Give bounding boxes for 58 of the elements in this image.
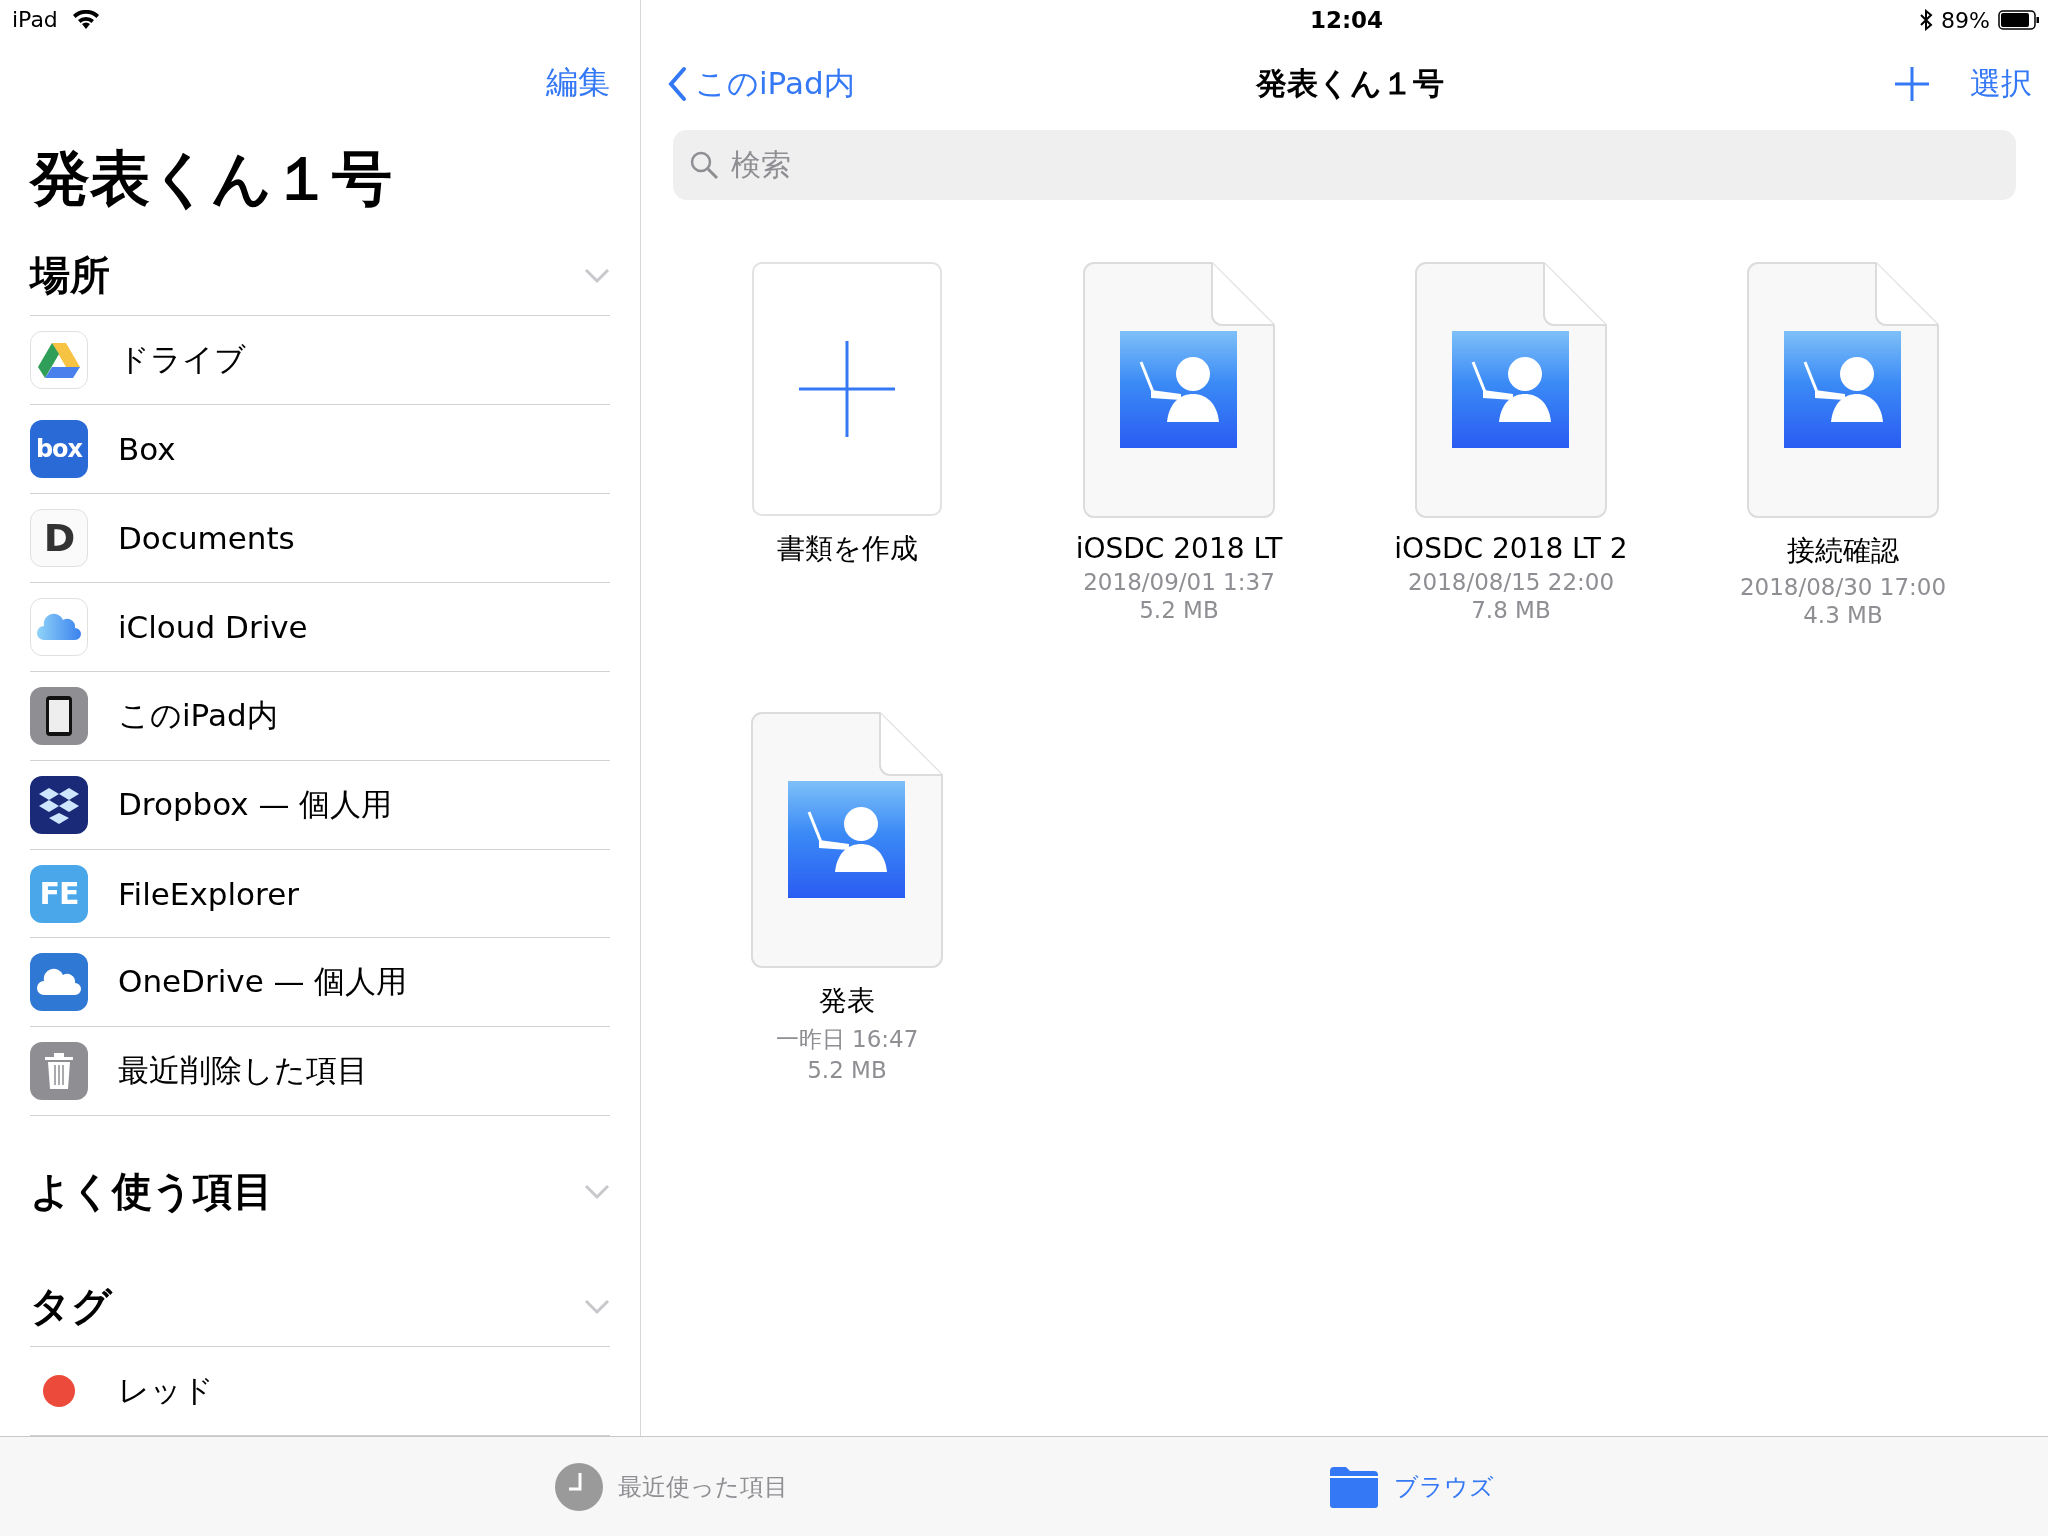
file-date: 一昨日 16:47 <box>775 1025 919 1054</box>
new-document-tile[interactable] <box>752 262 942 516</box>
search-icon <box>689 150 719 180</box>
location-item[interactable]: このiPad内 <box>118 694 278 737</box>
file-date: 2018/09/01 1:37 <box>1083 569 1275 595</box>
battery-icon <box>1998 10 2040 30</box>
presentation-file-icon[interactable] <box>1747 262 1939 518</box>
tablet-icon <box>30 686 88 745</box>
device-name: iPad <box>12 7 58 33</box>
sidebar-title: 発表くん１号 <box>28 142 393 216</box>
file-name: 接続確認 <box>1787 533 1899 569</box>
clock-icon <box>554 1461 604 1512</box>
section-header[interactable]: よく使う項目 <box>30 1164 273 1220</box>
back-chevron-icon[interactable] <box>667 66 687 102</box>
cloud-icon <box>30 953 88 1012</box>
edit-button[interactable]: 編集 <box>546 61 610 106</box>
file-size: 5.2 MB <box>1139 597 1219 623</box>
file-size: 5.2 MB <box>807 1057 887 1083</box>
file-name: iOSDC 2018 LT 2 <box>1394 532 1628 565</box>
file-size: 4.3 MB <box>1803 602 1883 628</box>
file-size: 7.8 MB <box>1471 597 1551 623</box>
battery-percent: 89% <box>1941 7 1990 33</box>
triangle-logo-icon <box>30 331 88 390</box>
location-item[interactable]: Box <box>118 431 176 468</box>
location-item[interactable]: Documents <box>118 520 295 557</box>
file-name: 書類を作成 <box>776 531 918 567</box>
location-item[interactable]: レッド <box>118 1370 214 1413</box>
section-header[interactable]: 場所 <box>30 248 110 304</box>
location-item[interactable]: ドライブ <box>118 339 246 382</box>
location-item[interactable]: OneDrive — 個人用 <box>118 961 408 1004</box>
location-item[interactable]: iCloud Drive <box>118 608 308 645</box>
dropbox-logo-icon <box>30 775 88 834</box>
trash-icon <box>30 1042 88 1101</box>
add-icon[interactable] <box>1894 66 1930 102</box>
file-name: 発表 <box>819 983 875 1019</box>
file-date: 2018/08/30 17:00 <box>1739 574 1947 600</box>
folder-icon <box>1328 1464 1380 1509</box>
file-name: iOSDC 2018 LT <box>1075 532 1283 565</box>
location-item[interactable]: 最近削除した項目 <box>118 1050 368 1093</box>
documents-logo-icon: D <box>30 509 88 568</box>
plus-icon <box>799 341 895 437</box>
wifi-icon <box>71 9 100 30</box>
clock-time: 12:04 <box>1309 7 1384 33</box>
select-button[interactable]: 選択 <box>1970 63 2032 105</box>
fileexplorer-logo-icon: FE <box>30 864 88 923</box>
back-button[interactable]: このiPad内 <box>695 63 855 105</box>
presentation-file-icon[interactable] <box>1415 262 1607 518</box>
cloud-icon <box>30 597 88 656</box>
file-date: 2018/08/15 22:00 <box>1407 569 1615 595</box>
location-item[interactable]: Dropbox — 個人用 <box>118 783 393 826</box>
nav-title: 発表くん１号 <box>1255 64 1444 103</box>
tab-bar-item[interactable]: ブラウズ <box>1328 1464 1494 1509</box>
presentation-file-icon[interactable] <box>1083 262 1275 518</box>
section-header[interactable]: タグ <box>30 1279 112 1335</box>
box-logo-icon: box <box>30 420 88 479</box>
presentation-file-icon[interactable] <box>751 712 943 968</box>
location-item[interactable]: FileExplorer <box>118 875 299 912</box>
bluetooth-icon <box>1919 9 1934 31</box>
